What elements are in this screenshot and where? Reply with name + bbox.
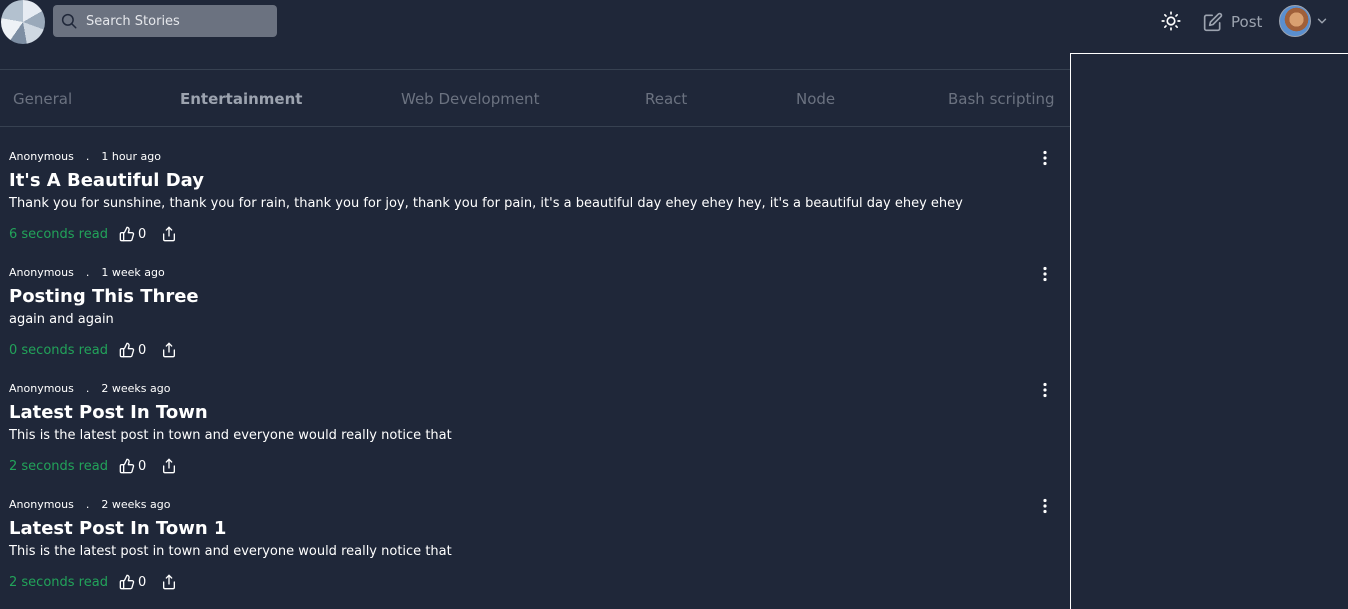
more-vertical-icon[interactable] xyxy=(1038,266,1052,282)
story-footer: 0 seconds read 0 xyxy=(9,340,177,360)
story-title[interactable]: Posting This Three xyxy=(9,286,199,307)
read-time: 2 seconds read xyxy=(9,458,108,474)
story-meta: Anonymous . 1 hour ago xyxy=(9,150,161,163)
story-excerpt: This is the latest post in town and ever… xyxy=(9,428,452,443)
meta-separator: . xyxy=(85,498,90,511)
meta-separator: . xyxy=(85,266,90,279)
story-excerpt: again and again xyxy=(9,312,114,327)
share-button[interactable] xyxy=(161,574,177,590)
share-icon xyxy=(163,458,176,474)
like-button[interactable]: 0 xyxy=(119,342,146,358)
like-button[interactable]: 0 xyxy=(119,574,146,590)
story-meta: Anonymous . 2 weeks ago xyxy=(9,498,170,511)
share-button[interactable] xyxy=(161,226,177,242)
thumbs-up-icon xyxy=(119,458,135,474)
read-time: 0 seconds read xyxy=(9,342,108,358)
story-feed: General Entertainment Web Development Re… xyxy=(0,69,1070,609)
chevron-down-icon xyxy=(1317,18,1327,24)
thumbs-up-icon xyxy=(119,342,135,358)
story-card: Anonymous . 2 weeks ago Latest Post In T… xyxy=(9,372,1059,476)
like-count: 0 xyxy=(138,458,147,474)
category-tabs: General Entertainment Web Development Re… xyxy=(0,69,1070,127)
side-panel xyxy=(1070,53,1348,609)
sun-icon[interactable] xyxy=(1161,11,1181,31)
story-meta: Anonymous . 1 week ago xyxy=(9,266,165,279)
read-time: 2 seconds read xyxy=(9,574,108,590)
search-input[interactable] xyxy=(86,5,271,37)
meta-separator: . xyxy=(85,382,90,395)
story-author[interactable]: Anonymous xyxy=(9,498,74,511)
like-button[interactable]: 0 xyxy=(119,226,146,242)
search-bar[interactable] xyxy=(53,5,277,37)
story-excerpt: This is the latest post in town and ever… xyxy=(9,544,452,559)
like-count: 0 xyxy=(138,574,147,590)
like-button[interactable]: 0 xyxy=(119,458,146,474)
story-title[interactable]: Latest Post In Town xyxy=(9,402,208,423)
story-card: Anonymous . 2 weeks ago Latest Post In T… xyxy=(9,488,1059,592)
story-author[interactable]: Anonymous xyxy=(9,266,74,279)
tab-react[interactable]: React xyxy=(645,90,687,108)
share-icon xyxy=(163,226,176,242)
share-icon xyxy=(163,342,176,358)
share-button[interactable] xyxy=(161,342,177,358)
share-icon xyxy=(163,574,176,590)
top-navbar: Post xyxy=(0,0,1348,45)
edit-icon xyxy=(1203,12,1223,32)
site-logo[interactable] xyxy=(1,0,45,44)
avatar xyxy=(1279,5,1311,37)
story-footer: 6 seconds read 0 xyxy=(9,224,177,244)
story-card: Anonymous . 1 week ago Posting This Thre… xyxy=(9,256,1059,360)
story-time: 1 hour ago xyxy=(101,150,161,163)
story-time: 1 week ago xyxy=(101,266,165,279)
like-count: 0 xyxy=(138,342,147,358)
story-time: 2 weeks ago xyxy=(101,498,171,511)
meta-separator: . xyxy=(85,150,90,163)
story-footer: 2 seconds read 0 xyxy=(9,456,177,476)
like-count: 0 xyxy=(138,226,147,242)
thumbs-up-icon xyxy=(119,226,135,242)
post-button-label: Post xyxy=(1231,13,1263,31)
share-button[interactable] xyxy=(161,458,177,474)
story-excerpt: Thank you for sunshine, thank you for ra… xyxy=(9,196,963,211)
thumbs-up-icon xyxy=(119,574,135,590)
read-time: 6 seconds read xyxy=(9,226,108,242)
story-card: Anonymous . 1 hour ago It's A Beautiful … xyxy=(9,140,1059,244)
story-author[interactable]: Anonymous xyxy=(9,150,74,163)
tab-node[interactable]: Node xyxy=(796,90,835,108)
more-vertical-icon[interactable] xyxy=(1038,150,1052,166)
story-author[interactable]: Anonymous xyxy=(9,382,74,395)
story-title[interactable]: Latest Post In Town 1 xyxy=(9,518,226,539)
more-vertical-icon[interactable] xyxy=(1038,498,1052,514)
story-time: 2 weeks ago xyxy=(101,382,171,395)
more-vertical-icon[interactable] xyxy=(1038,382,1052,398)
post-button[interactable]: Post xyxy=(1203,11,1262,33)
tab-bash-scripting[interactable]: Bash scripting xyxy=(948,90,1055,108)
search-icon xyxy=(61,13,77,29)
story-footer: 2 seconds read 0 xyxy=(9,572,177,592)
tab-web-development[interactable]: Web Development xyxy=(401,90,539,108)
story-meta: Anonymous . 2 weeks ago xyxy=(9,382,170,395)
user-menu[interactable] xyxy=(1279,5,1329,37)
story-title[interactable]: It's A Beautiful Day xyxy=(9,170,204,191)
tab-general[interactable]: General xyxy=(13,90,72,108)
tab-entertainment[interactable]: Entertainment xyxy=(180,90,302,108)
